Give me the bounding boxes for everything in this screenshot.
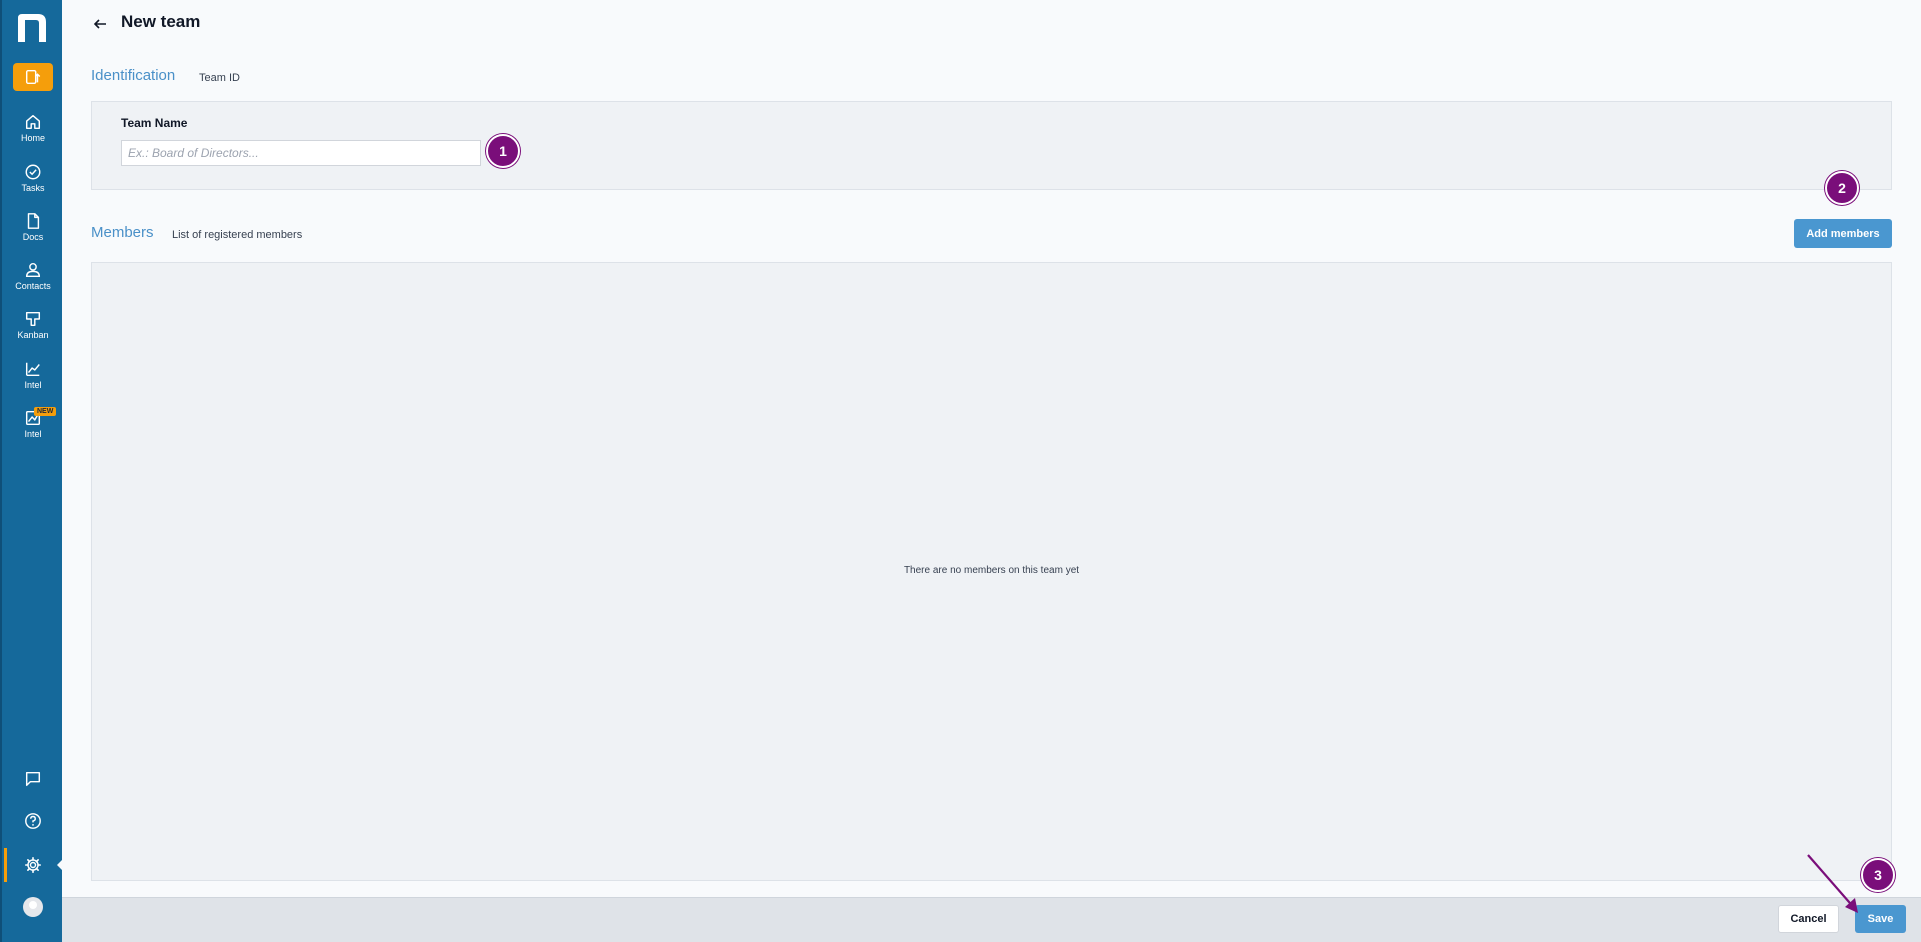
new-badge: NEW [34,407,57,416]
members-panel: There are no members on this team yet [91,262,1892,881]
sidebar-item-tasks[interactable]: Tasks [2,163,64,193]
save-button[interactable]: Save [1855,905,1906,933]
gear-icon [24,856,42,874]
logo-icon [18,14,46,42]
active-caret [57,858,64,872]
sidebar-item-contacts[interactable]: Contacts [2,261,64,291]
user-icon [25,262,41,278]
sidebar-item-label: Tasks [21,183,45,193]
sidebar-item-intel[interactable]: Intel [2,360,64,390]
members-subtitle: List of registered members [172,229,303,241]
team-name-input[interactable] [121,140,481,166]
arrow-left-icon [93,19,106,29]
sidebar-item-docs[interactable]: Docs [2,212,64,242]
footer-bar [62,897,1921,942]
document-icon [27,213,40,229]
add-members-button[interactable]: Add members [1794,219,1892,248]
sidebar-item-label: Intel [24,429,42,439]
page-title: New team [121,12,201,31]
app-logo[interactable] [14,12,50,44]
device-upload-icon [25,69,41,85]
empty-members-text: There are no members on this team yet [903,565,1080,576]
members-title: Members [91,224,154,241]
sidebar-item-label: Docs [22,232,44,242]
avatar[interactable] [23,897,43,917]
step-marker-1: 1 [486,134,520,168]
kanban-icon [25,311,41,327]
sidebar-item-intel-new[interactable]: Intel NEW [2,407,64,439]
sidebar: Home Tasks Docs Contacts Kanban Intel In… [0,0,64,942]
settings-button[interactable] [2,856,64,874]
chart-line-icon [25,362,40,377]
cancel-button[interactable]: Cancel [1778,905,1839,933]
team-name-label: Team Name [121,116,188,130]
identification-subtitle: Team ID [199,72,240,84]
sidebar-item-home[interactable]: Home [2,113,64,143]
sidebar-item-label: Intel [24,380,42,390]
identification-title: Identification [91,67,176,84]
help-icon [25,813,41,829]
quick-action-button[interactable] [13,63,53,91]
chat-button[interactable] [2,770,64,788]
help-button[interactable] [2,812,64,830]
sidebar-item-kanban[interactable]: Kanban [2,310,64,340]
sidebar-item-label: Kanban [17,330,49,340]
check-circle-icon [25,164,41,180]
sidebar-item-label: Contacts [15,281,51,291]
chat-icon [25,771,41,787]
sidebar-item-label: Home [20,133,45,143]
home-icon [25,114,41,130]
step-marker-2: 2 [1825,171,1859,205]
back-button[interactable] [92,16,108,32]
step-marker-3: 3 [1861,858,1895,892]
